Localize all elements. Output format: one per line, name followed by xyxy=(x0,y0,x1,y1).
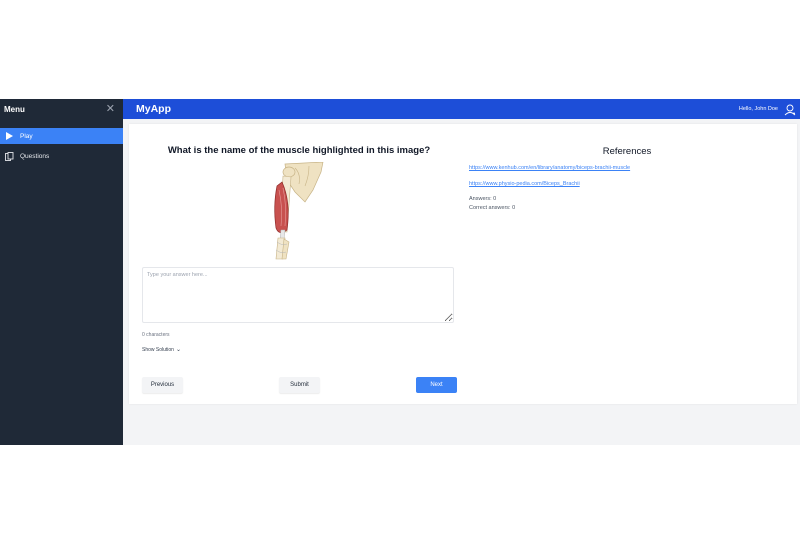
submit-button[interactable]: Submit xyxy=(279,377,320,393)
top-bar: MyApp Hello, John Doe xyxy=(123,99,800,119)
next-button[interactable]: Next xyxy=(416,377,457,393)
character-count: 0 characters xyxy=(142,332,170,338)
chevron-down-icon: ⌄ xyxy=(175,347,181,353)
quiz-card: What is the name of the muscle highlight… xyxy=(129,124,797,404)
play-icon xyxy=(4,131,14,141)
app-shell: Menu ✕ Play Questions MyApp Hello, John … xyxy=(0,99,800,445)
answers-count: Answers: 0 xyxy=(469,196,497,202)
user-menu[interactable]: Hello, John Doe xyxy=(738,103,796,116)
sidebar-item-play[interactable]: Play xyxy=(0,128,123,144)
sidebar-title: Menu xyxy=(4,104,25,114)
avatar-icon[interactable] xyxy=(784,103,796,116)
question-text: What is the name of the muscle highlight… xyxy=(167,145,431,156)
sidebar-item-label: Play xyxy=(20,132,33,140)
previous-button[interactable]: Previous xyxy=(142,377,183,393)
sidebar-item-label: Questions xyxy=(20,152,50,160)
reference-link-kenhub[interactable]: https://www.kenhub.com/en/library/anatom… xyxy=(469,165,630,171)
sidebar-header: Menu ✕ xyxy=(0,99,123,119)
sidebar-item-questions[interactable]: Questions xyxy=(0,148,123,164)
sidebar: Menu ✕ Play Questions xyxy=(0,99,123,445)
reference-link-physiopedia[interactable]: https://www.physio-pedia.com/Biceps_Brac… xyxy=(469,181,580,187)
references-title: References xyxy=(602,146,652,157)
show-solution-toggle[interactable]: Show Solution ⌄ xyxy=(142,347,181,353)
app-brand[interactable]: MyApp xyxy=(136,103,171,115)
user-greeting: Hello, John Doe xyxy=(738,106,778,112)
answer-input[interactable] xyxy=(142,267,454,323)
copy-icon xyxy=(4,151,14,161)
arm-muscle-illustration xyxy=(265,161,335,260)
correct-answers-count: Correct answers: 0 xyxy=(469,205,516,211)
show-solution-label: Show Solution xyxy=(142,347,174,353)
main-content: What is the name of the muscle highlight… xyxy=(123,119,800,445)
close-icon[interactable]: ✕ xyxy=(106,103,115,115)
